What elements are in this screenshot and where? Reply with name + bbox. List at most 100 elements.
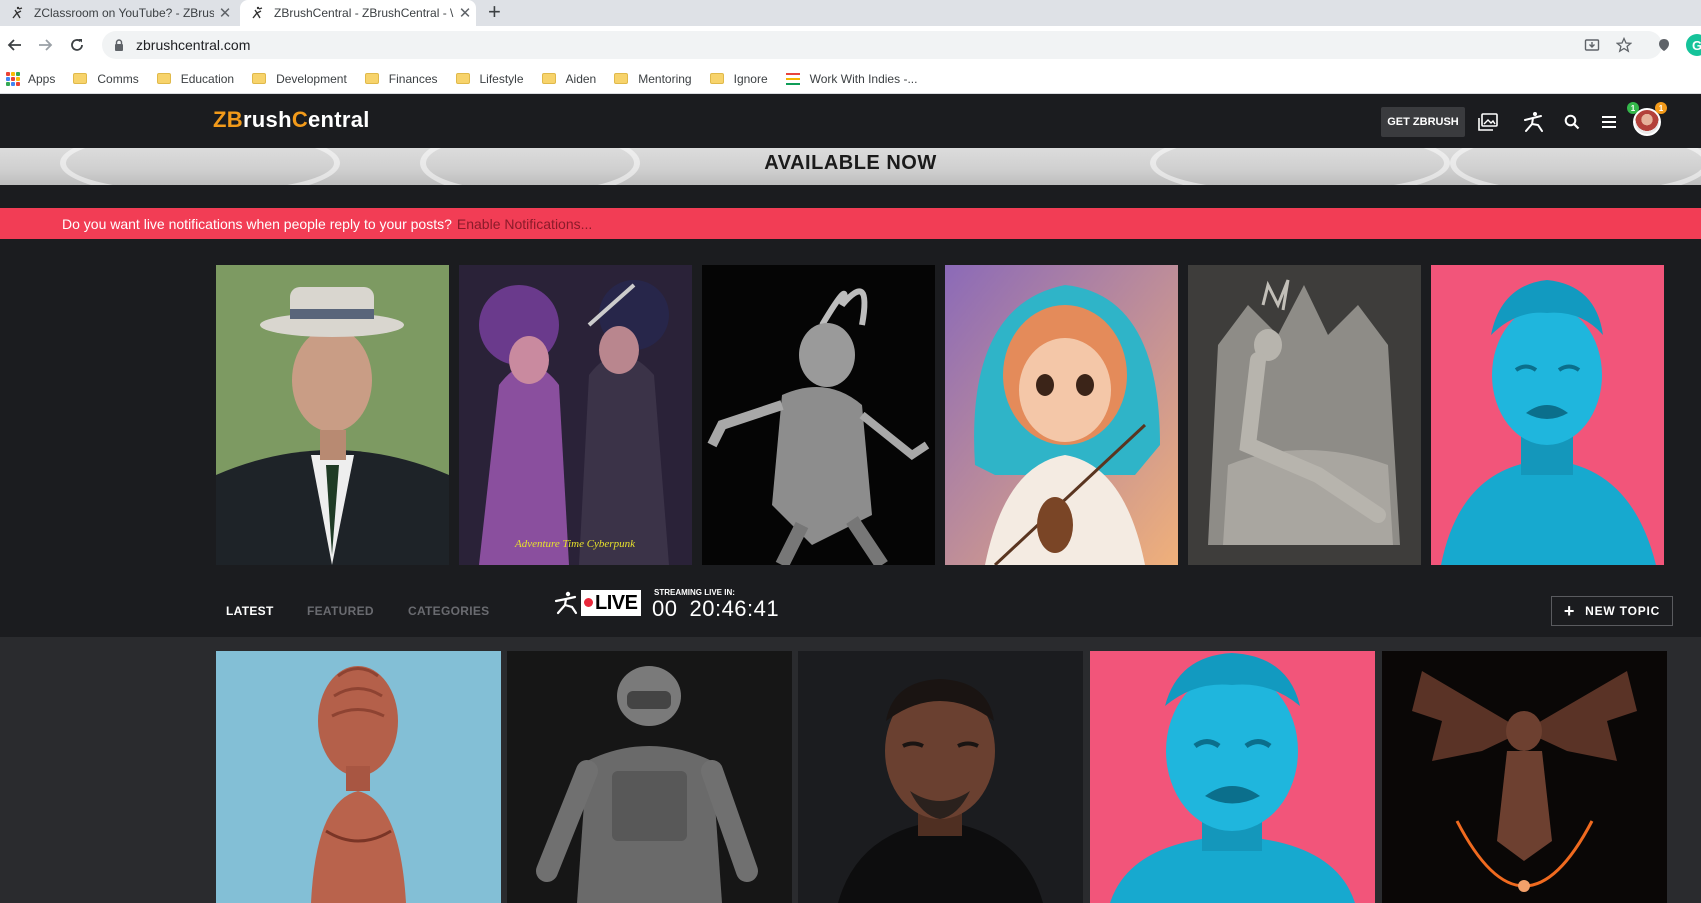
site-header: ZBrushCentral GET ZBRUSH 1 1 [0,95,1701,148]
blue-head-image [1431,265,1664,565]
gallery-item-blue-head-pink[interactable] [1431,265,1664,565]
bookmark-folder[interactable]: Mentoring [614,71,692,86]
zbrush-figure-icon [554,591,578,615]
gallery-item-violin-girl[interactable] [945,265,1178,565]
bookmark-label: Education [180,71,235,86]
bookmark-folder[interactable]: Aiden [541,71,597,86]
browser-tab-active[interactable]: ZBrushCentral - ZBrushCentral - \ ✕ [240,0,476,26]
throne-sculpt-image [1188,265,1421,565]
demon-sculpt-image [702,265,935,565]
star-icon[interactable] [1615,36,1633,54]
blue-head-image [1090,651,1375,903]
notification-bar: Do you want live notifications when peop… [0,208,1701,239]
sheets-icon [785,72,800,85]
folder-icon [614,73,629,84]
bookmark-label: Finances [388,71,438,86]
folder-icon [73,73,88,84]
topic-card-alien-woman[interactable] [216,651,501,903]
gallery-icon[interactable] [1476,110,1500,134]
bookmarks-bar: Apps Comms Education Development Finance… [0,64,1701,94]
cyberpunk-caption: Adventure Time Cyberpunk [514,538,636,550]
browser-tabstrip: ZClassroom on YouTube? - ZBrus ✕ ZBrushC… [0,0,1701,26]
zbrush-favicon-icon [250,5,266,21]
new-topic-button[interactable]: + NEW TOPIC [1551,596,1673,626]
countdown-time: 20:46:41 [689,596,780,621]
address-bar[interactable]: zbrushcentral.com [102,31,1662,59]
apps-grid-icon [6,71,20,86]
zbrushcentral-logo[interactable]: ZBrushCentral [213,107,370,133]
gallery-item-throne-sculpt[interactable] [1188,265,1421,565]
soldier-image [507,651,792,903]
folder-icon [455,73,470,84]
tab-title: ZClassroom on YouTube? - ZBrus [34,6,214,20]
bookmark-apps[interactable]: Apps [6,71,56,86]
gallery-item-grey-demon-sculpt[interactable] [702,265,935,565]
zbrush-figure-icon[interactable] [1522,110,1546,134]
banner-gap [0,185,1701,208]
bookmark-label: Aiden [565,71,597,86]
browser-toolbar: zbrushcentral.com G [0,26,1701,64]
bookmark-folder[interactable]: Ignore [709,72,768,86]
bookmark-sheet[interactable]: Work With Indies -... [785,71,918,86]
alien-woman-image [216,651,501,903]
get-zbrush-button[interactable]: GET ZBRUSH [1381,107,1465,137]
cyberpunk-image: Adventure Time Cyberpunk [459,265,692,565]
bookmark-folder[interactable]: Development [252,72,347,86]
banner-text: AVAILABLE NOW [764,152,937,174]
browser-tab[interactable]: ZClassroom on YouTube? - ZBrus ✕ [0,0,236,26]
zbrush-favicon-icon [10,5,26,21]
bookmark-label: Work With Indies -... [809,71,918,86]
close-icon[interactable]: ✕ [454,4,476,22]
search-icon[interactable] [1560,110,1584,134]
bookmark-folder[interactable]: Comms [73,71,139,86]
bookmark-folder[interactable]: Education [156,71,235,86]
bookmark-label: Lifestyle [479,71,524,86]
tab-featured[interactable]: FEATURED [307,598,374,624]
tab-latest[interactable]: LATEST [226,598,274,624]
install-icon[interactable] [1583,36,1601,54]
bookmark-label: Development [276,71,347,86]
forward-arrow-icon[interactable] [34,34,56,56]
gallery-item-portrait-man-hat[interactable] [216,265,449,565]
plus-icon: + [1563,601,1576,621]
man-portrait-image [798,651,1083,903]
topic-card-denzel-portrait[interactable] [798,651,1083,903]
new-topic-label: NEW TOPIC [1585,604,1661,618]
folder-icon [541,73,556,84]
bookmark-label: Mentoring [638,71,692,86]
url-text: zbrushcentral.com [136,37,251,53]
new-tab-button[interactable]: + [488,0,501,26]
lock-icon [112,38,126,52]
close-icon[interactable]: ✕ [214,4,236,22]
folder-icon [252,73,267,84]
countdown-days: 00 [652,596,678,621]
reload-icon[interactable] [66,34,88,56]
folder-icon [709,73,724,84]
enable-notifications-link[interactable]: Enable Notifications... [457,216,592,232]
portrait-image [216,265,449,565]
tab-categories[interactable]: CATEGORIES [408,598,489,624]
topic-card-blue-head[interactable] [1090,651,1375,903]
live-label: LIVE [581,590,642,616]
topic-card-soldier[interactable] [507,651,792,903]
folder-icon [364,73,379,84]
extension-icon[interactable] [1655,36,1673,54]
grammarly-icon[interactable]: G [1686,34,1701,56]
winged-demon-image [1382,651,1667,903]
folder-icon [156,73,171,84]
bookmark-folder[interactable]: Lifestyle [455,71,524,86]
bookmark-label: Apps [28,71,56,86]
tab-title: ZBrushCentral - ZBrushCentral - \ [274,6,454,20]
violin-girl-image [945,265,1178,565]
bookmark-label: Comms [97,71,139,86]
back-arrow-icon[interactable] [4,34,26,56]
topic-card-winged-demon[interactable] [1382,651,1667,903]
notification-question: Do you want live notifications when peop… [62,215,452,232]
menu-icon[interactable] [1597,110,1621,134]
live-countdown: 00 20:46:41 [652,596,779,622]
message-badge: 1 [1655,102,1667,114]
gallery-item-cyberpunk-women[interactable]: Adventure Time Cyberpunk [459,265,692,565]
zbrush-live-logo[interactable]: LIVE [553,590,642,616]
bookmark-folder[interactable]: Finances [364,71,438,86]
promo-banner[interactable]: AVAILABLE NOW [0,148,1701,185]
